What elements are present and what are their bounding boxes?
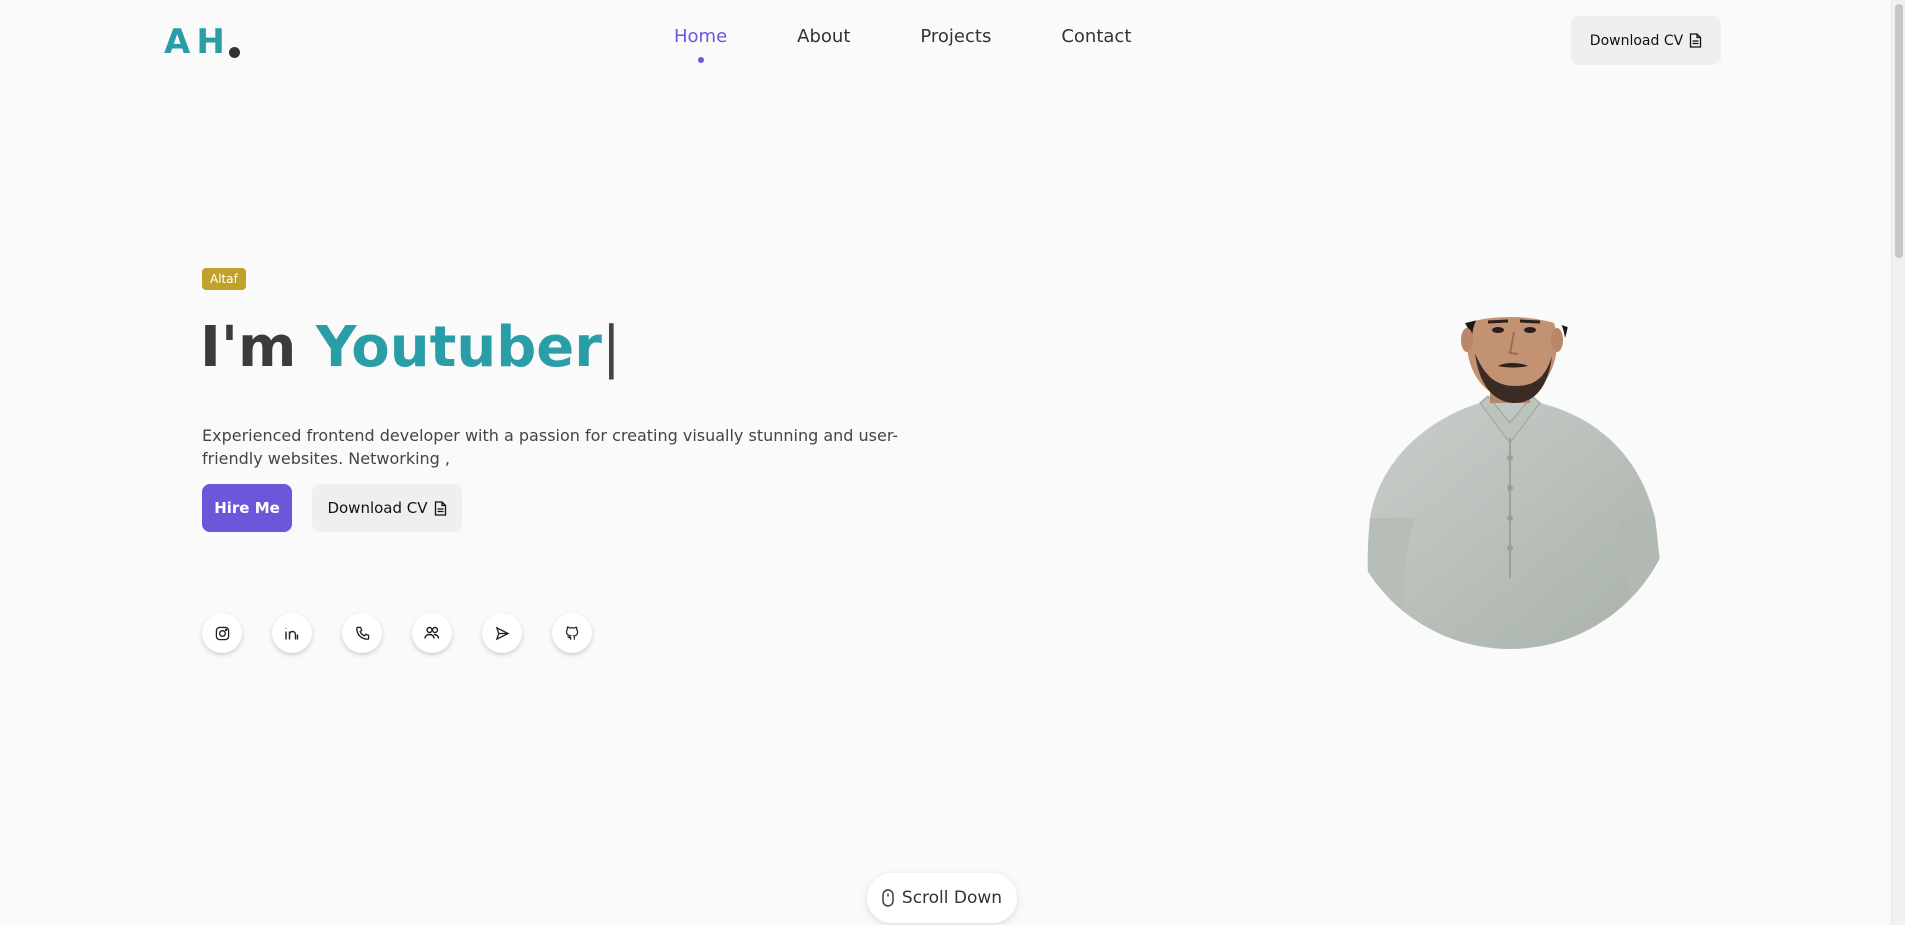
hire-me-button[interactable]: Hire Me bbox=[202, 484, 292, 532]
github-link[interactable] bbox=[552, 613, 592, 653]
send-icon bbox=[495, 626, 510, 640]
typing-cursor: | bbox=[601, 315, 621, 380]
telegram-link[interactable] bbox=[482, 613, 522, 653]
scroll-down-label: Scroll Down bbox=[901, 888, 1003, 908]
scrollbar-thumb[interactable] bbox=[1895, 4, 1903, 258]
download-cv-button[interactable]: Download CV bbox=[312, 484, 462, 532]
nav-item-about[interactable]: About bbox=[797, 26, 850, 47]
page-scrollbar[interactable] bbox=[1891, 0, 1905, 925]
community-link[interactable] bbox=[412, 613, 452, 653]
logo-text: AH bbox=[164, 22, 231, 62]
headline-prefix: I'm bbox=[200, 315, 316, 380]
users-icon bbox=[424, 626, 440, 639]
social-links bbox=[202, 613, 592, 653]
file-icon bbox=[1690, 33, 1702, 48]
instagram-icon bbox=[215, 626, 229, 640]
main-nav: Home About Projects Contact bbox=[674, 26, 1201, 47]
nav-item-home[interactable]: Home bbox=[674, 26, 727, 47]
page: AH Home About Projects Contact Download … bbox=[0, 0, 1905, 925]
linkedin-icon bbox=[285, 627, 299, 639]
header-download-cv-label: Download CV bbox=[1589, 32, 1684, 49]
logo-dot bbox=[228, 47, 240, 58]
file-icon bbox=[434, 500, 446, 516]
phone-link[interactable] bbox=[342, 613, 382, 653]
name-badge: Altaf bbox=[202, 268, 246, 290]
hero-description: Experienced frontend developer with a pa… bbox=[202, 426, 899, 468]
nav-item-projects[interactable]: Projects bbox=[920, 26, 991, 47]
profile-photo bbox=[1367, 317, 1670, 649]
github-icon bbox=[565, 625, 578, 640]
logo[interactable]: AH bbox=[164, 22, 240, 62]
headline-role: Youtuber bbox=[315, 315, 602, 380]
phone-icon bbox=[355, 626, 369, 640]
scroll-down-button[interactable]: Scroll Down bbox=[867, 873, 1017, 923]
header-download-cv-button[interactable]: Download CV bbox=[1571, 16, 1721, 65]
nav-item-contact[interactable]: Contact bbox=[1061, 26, 1131, 47]
linkedin-link[interactable] bbox=[272, 613, 312, 653]
instagram-link[interactable] bbox=[202, 613, 242, 653]
hero-headline: I'm Youtuber| bbox=[200, 315, 621, 380]
download-cv-label: Download CV bbox=[327, 499, 428, 517]
mouse-icon bbox=[882, 889, 894, 907]
